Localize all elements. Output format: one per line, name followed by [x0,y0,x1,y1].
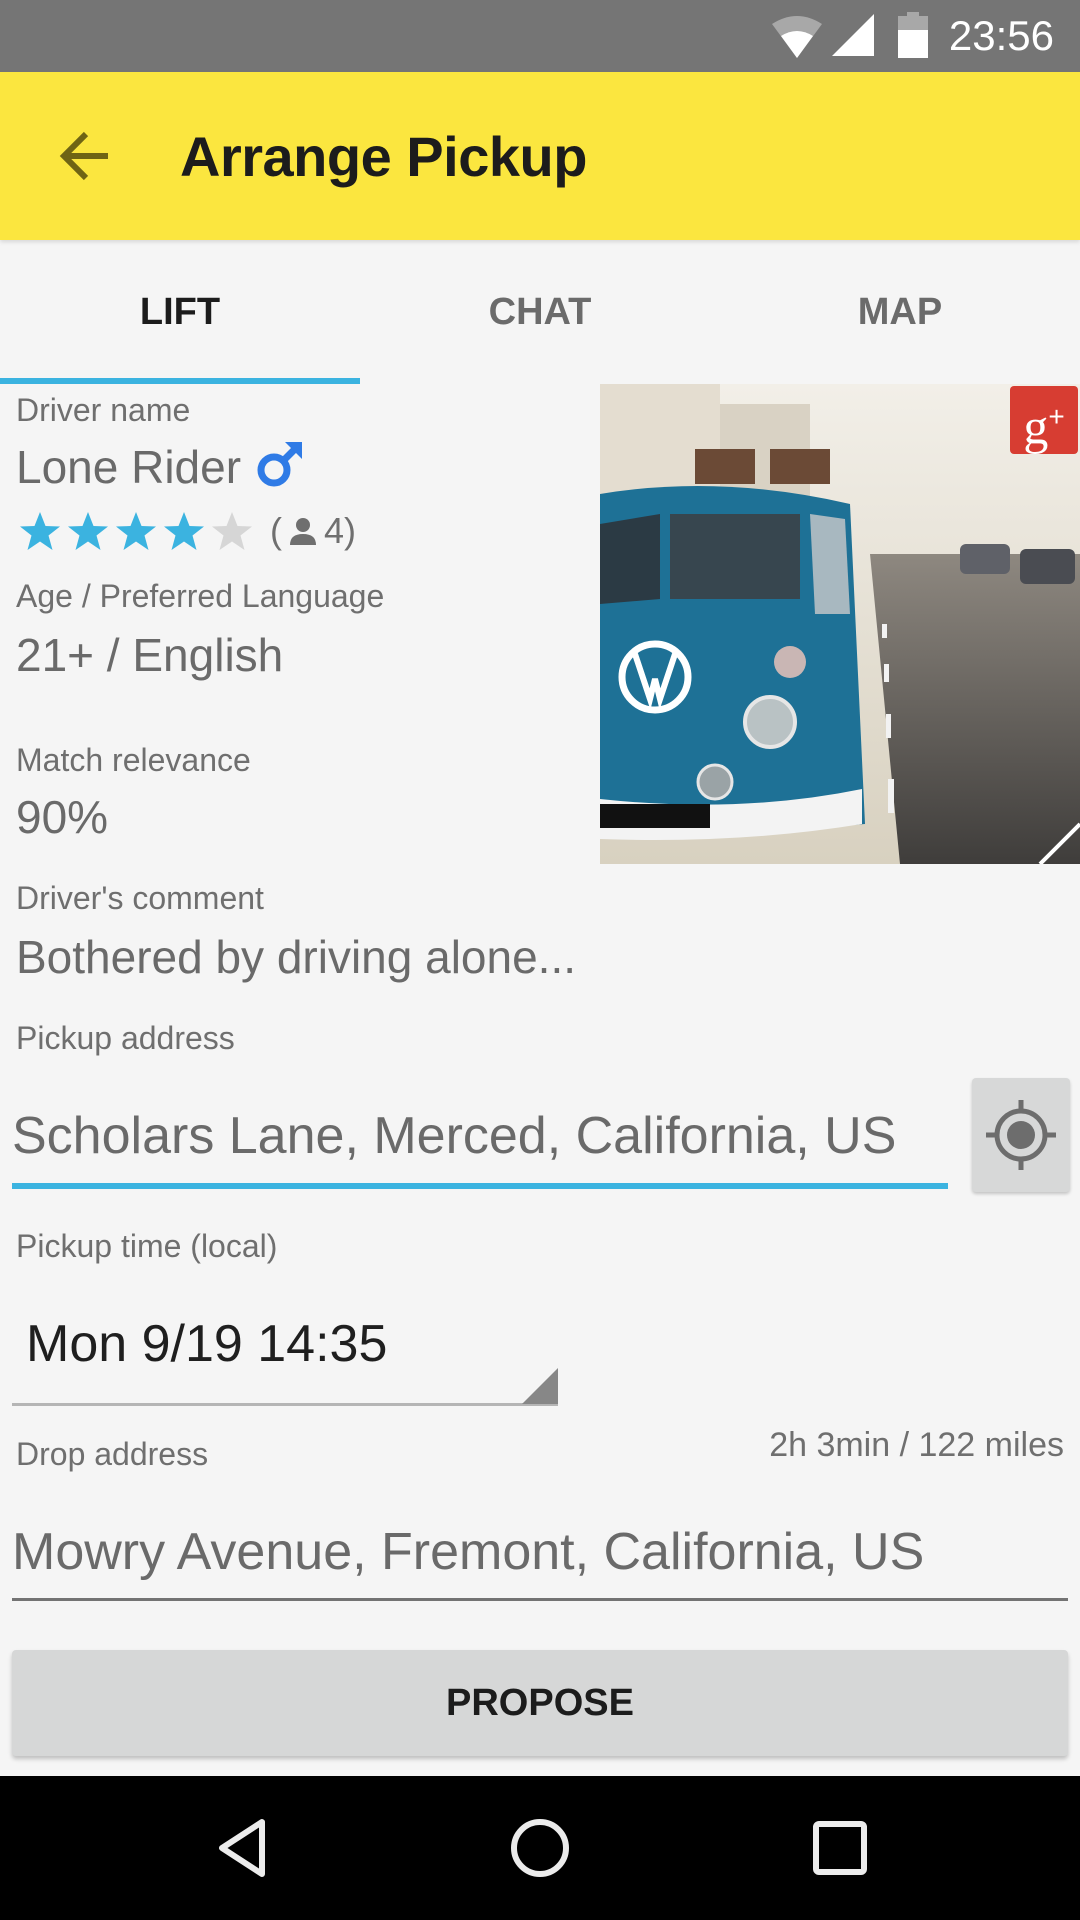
drop-address-underline [12,1598,1068,1601]
back-button[interactable] [52,126,116,186]
star-filled-icon [68,512,108,550]
pickup-address-underline [12,1183,948,1189]
person-icon [290,518,316,545]
back-nav-icon[interactable] [206,1812,278,1884]
driver-name: Lone Rider [16,441,242,493]
pickup-time-label: Pickup time (local) [16,1228,278,1264]
driver-car-photo[interactable] [600,384,1080,864]
pickup-address-label: Pickup address [16,1020,235,1056]
driver-name-row: Lone Rider [16,440,305,494]
tab-map[interactable]: MAP [720,240,1080,384]
spinner-underline [12,1403,558,1406]
google-plus-plus: + [1048,401,1065,432]
google-plus-badge[interactable]: g+ [1010,386,1078,455]
system-nav-bar [0,1776,1080,1920]
age-language-value: 21+ / English [16,629,284,681]
page-title: Arrange Pickup [180,125,587,188]
pickup-time-value: Mon 9/19 14:35 [26,1315,388,1373]
match-relevance-label: Match relevance [16,742,251,778]
rating-count-open: ( [270,510,282,551]
my-location-button[interactable] [972,1078,1070,1192]
pickup-address-input[interactable]: Scholars Lane, Merced, California, US [12,1106,896,1166]
male-symbol-icon [257,442,303,487]
cell-signal-icon [832,14,874,56]
star-filled-icon [164,512,204,550]
tab-chat[interactable]: CHAT [360,240,720,384]
app-bar: Arrange Pickup [0,72,1080,240]
pickup-time-spinner[interactable]: Mon 9/19 14:35 [12,1300,558,1406]
rating-count-value: 4 [324,510,345,551]
star-filled-icon [20,512,60,550]
age-language-label: Age / Preferred Language [16,578,385,614]
arrow-left-icon [59,131,108,181]
star-empty-icon [212,512,252,550]
dropdown-triangle-icon [522,1368,558,1404]
rating-count: ( 4) [270,510,356,552]
clock: 23:56 [948,12,1054,59]
wifi-icon [772,16,822,58]
match-relevance-value: 90% [16,791,109,843]
home-nav-icon[interactable] [504,1812,576,1884]
rating-stars [16,508,256,556]
rating-count-close: ) [344,510,357,551]
google-plus-icon: g [1023,398,1049,455]
tab-lift[interactable]: LIFT [0,240,360,384]
driver-comment-label: Driver's comment [16,880,264,916]
status-bar: 23:56 [0,0,1080,72]
drop-address-input[interactable]: Mowry Avenue, Fremont, California, US [12,1522,924,1582]
tab-bar: LIFT CHAT MAP [0,240,1080,384]
tab-indicator [0,378,360,384]
drop-address-label: Drop address [16,1436,209,1472]
van-photo-illustration [600,384,1080,864]
battery-icon [898,12,928,58]
propose-button[interactable]: PROPOSE [12,1650,1068,1756]
my-location-icon [986,1100,1056,1170]
trip-duration-distance: 2h 3min / 122 miles [769,1426,1064,1464]
driver-name-label: Driver name [16,392,191,428]
driver-comment-value: Bothered by driving alone... [16,931,577,983]
star-filled-icon [116,512,156,550]
recents-nav-icon[interactable] [804,1812,876,1884]
